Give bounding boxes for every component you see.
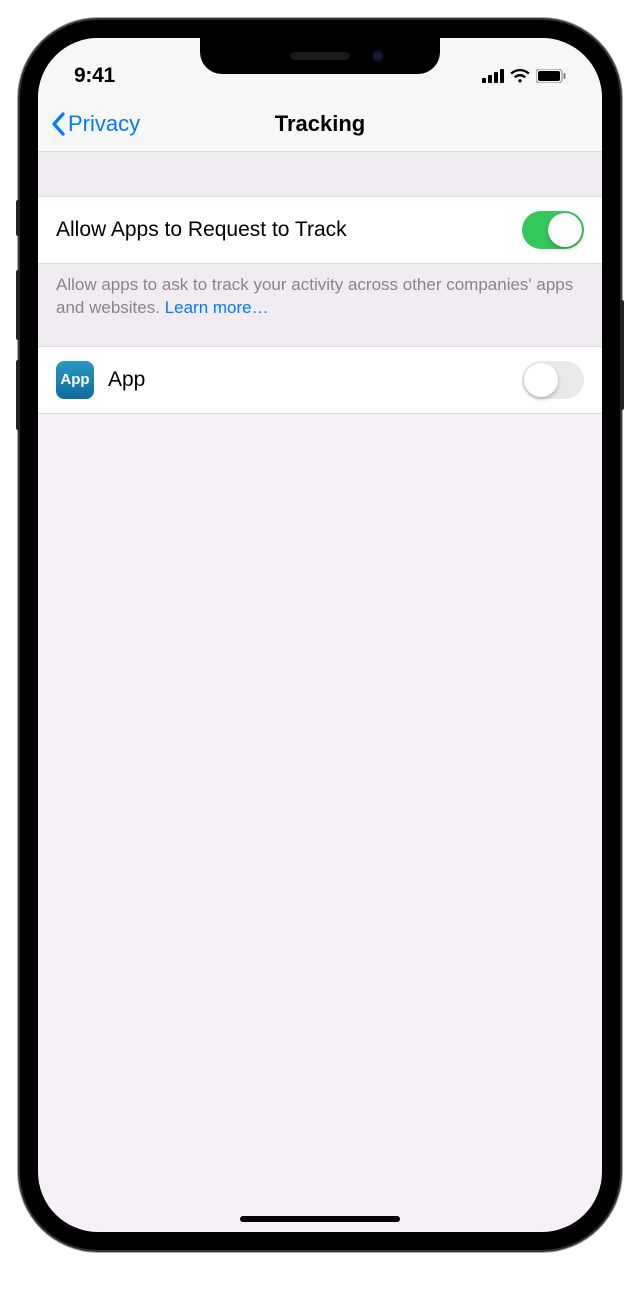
allow-tracking-row: Allow Apps to Request to Track <box>38 196 602 264</box>
silence-switch <box>16 200 20 236</box>
wifi-icon <box>510 69 530 83</box>
speaker-grille <box>290 52 350 60</box>
battery-icon <box>536 69 566 83</box>
volume-up-button <box>16 270 20 340</box>
settings-content: Allow Apps to Request to Track Allow app… <box>38 152 602 414</box>
app-icon-text: App <box>60 371 89 388</box>
learn-more-link[interactable]: Learn more… <box>165 298 269 317</box>
section-spacer <box>38 152 602 196</box>
notch <box>200 38 440 74</box>
back-label: Privacy <box>68 111 140 137</box>
volume-down-button <box>16 360 20 430</box>
allow-tracking-label: Allow Apps to Request to Track <box>56 218 522 242</box>
app-icon: App <box>56 361 94 399</box>
status-time: 9:41 <box>74 64 115 88</box>
navigation-bar: Privacy Tracking <box>38 96 602 152</box>
app-tracking-row: App App <box>38 346 602 414</box>
power-button <box>620 300 624 410</box>
allow-tracking-toggle[interactable] <box>522 211 584 249</box>
front-camera <box>372 50 384 62</box>
page-title: Tracking <box>275 111 365 137</box>
home-indicator[interactable] <box>240 1216 400 1222</box>
back-button[interactable]: Privacy <box>50 111 140 137</box>
phone-device-frame: 9:41 Privacy Tracking Allow Apps to Requ… <box>20 20 620 1250</box>
cellular-icon <box>482 69 504 83</box>
footer-description: Allow apps to ask to track your activity… <box>56 275 573 317</box>
toggle-knob <box>548 213 582 247</box>
status-icons <box>482 69 566 83</box>
app-tracking-toggle[interactable] <box>522 361 584 399</box>
chevron-left-icon <box>50 112 66 136</box>
phone-screen: 9:41 Privacy Tracking Allow Apps to Requ… <box>38 38 602 1232</box>
app-label: App <box>108 368 522 392</box>
allow-tracking-footer: Allow apps to ask to track your activity… <box>38 264 602 346</box>
toggle-knob <box>524 363 558 397</box>
